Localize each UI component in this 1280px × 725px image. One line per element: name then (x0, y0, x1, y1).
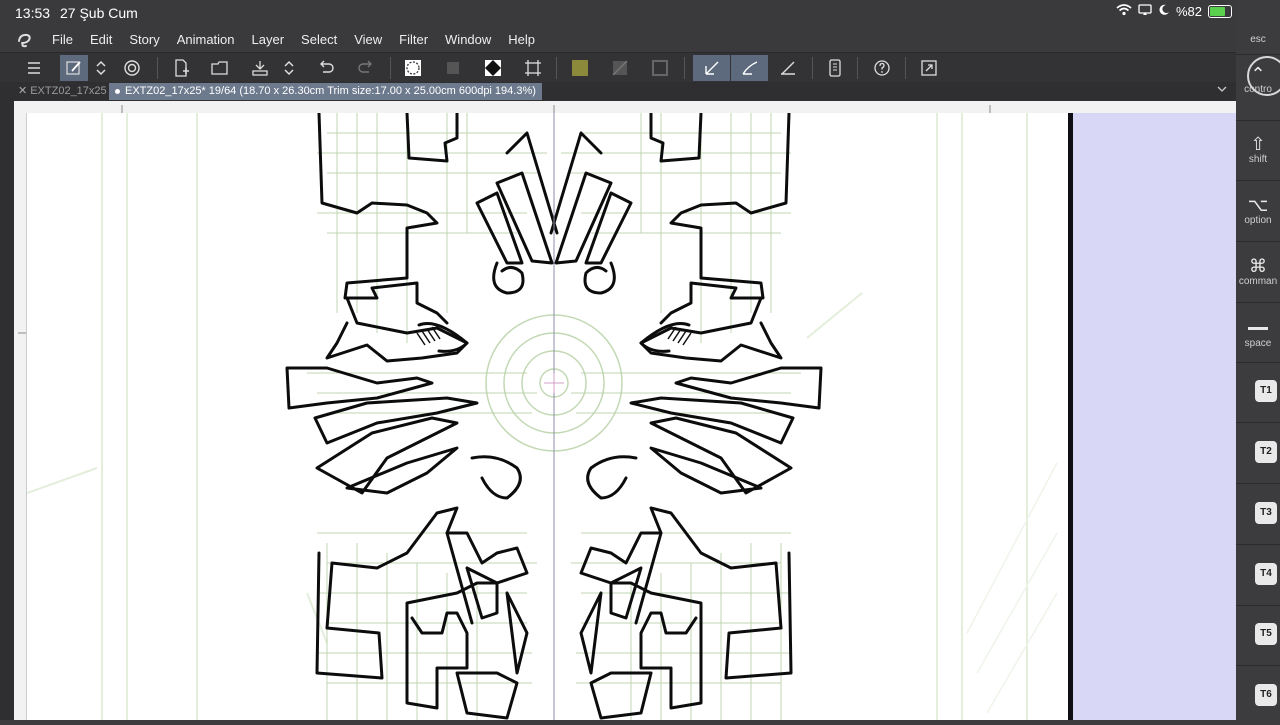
toolbar-divider (857, 57, 858, 79)
help-icon[interactable] (868, 55, 896, 81)
status-bar: 13:53 27 Şub Cum %82 (0, 0, 1236, 27)
open-folder-icon[interactable] (206, 55, 234, 81)
esc-key[interactable]: esc (1236, 34, 1280, 45)
draw-color-swatch-icon[interactable] (566, 55, 594, 81)
pasteboard-area (1073, 113, 1236, 720)
ornament-sketch-drawing (27, 113, 1058, 720)
space-bar-icon: ▬▬ (1248, 322, 1268, 333)
t4-key[interactable]: T4 (1255, 563, 1277, 585)
moon-icon (1158, 4, 1170, 19)
battery-percent: %82 (1175, 4, 1202, 19)
status-time: 13:53 (15, 5, 51, 21)
unsaved-dot-icon (115, 89, 120, 94)
space-key[interactable]: ▬▬ space (1236, 318, 1280, 349)
clear-layer-icon[interactable] (439, 55, 467, 81)
t5-key[interactable]: T5 (1255, 623, 1277, 645)
save-icon[interactable] (246, 55, 274, 81)
toolbar-divider (157, 57, 158, 79)
crop-transform-icon[interactable] (519, 55, 547, 81)
menu-bar: File Edit Story Animation Layer Select V… (0, 27, 1236, 52)
expand-window-icon[interactable] (915, 55, 943, 81)
command-bar (0, 52, 1236, 83)
snap-special-ruler-icon[interactable] (731, 55, 768, 81)
ruler-left (14, 113, 27, 720)
t3-key[interactable]: T3 (1255, 502, 1277, 524)
t6-key[interactable]: T6 (1255, 684, 1277, 706)
menu-window[interactable]: Window (445, 32, 491, 47)
app-logo-icon[interactable] (16, 31, 34, 49)
tab-title: EXTZ02_17x25 (30, 85, 107, 97)
control-key[interactable]: ⌃ contro (1236, 64, 1280, 95)
menu-help[interactable]: Help (508, 32, 535, 47)
menu-select[interactable]: Select (301, 32, 337, 47)
clip-studio-swirl-icon[interactable] (118, 55, 146, 81)
save-options-chevron-icon[interactable] (278, 55, 300, 81)
document-tab-bar: ✕ EXTZ02_17x25 EXTZ02_17x25* 19/64 (18.70… (0, 82, 1236, 101)
tab-document-active[interactable]: EXTZ02_17x25* 19/64 (18.70 x 26.30cm Tri… (109, 83, 542, 100)
redo-icon[interactable] (352, 55, 380, 81)
menu-file[interactable]: File (52, 32, 73, 47)
snap-ruler-icon[interactable] (693, 55, 730, 81)
toolbar-divider (812, 57, 813, 79)
edit-pen-icon[interactable] (60, 55, 88, 81)
undo-icon[interactable] (312, 55, 340, 81)
snap-grid-icon[interactable] (774, 55, 802, 81)
transparent-color-icon[interactable] (606, 55, 634, 81)
device-settings-icon[interactable] (821, 55, 849, 81)
close-tab-icon[interactable]: ✕ (18, 85, 27, 97)
option-key[interactable]: ⌥ option (1236, 195, 1280, 226)
new-file-icon[interactable] (167, 55, 195, 81)
shift-icon: ⇧ (1250, 134, 1266, 154)
tab-title: EXTZ02_17x25* 19/64 (18.70 x 26.30cm Tri… (125, 85, 536, 97)
option-icon: ⌥ (1247, 195, 1269, 215)
toolbar-divider (684, 57, 685, 79)
fill-tone-icon[interactable] (399, 55, 427, 81)
t2-key[interactable]: T2 (1255, 441, 1277, 463)
command-key[interactable]: ⌘ comman (1236, 256, 1280, 287)
tab-document-inactive[interactable]: ✕ EXTZ02_17x25 (18, 83, 107, 100)
modifier-key-panel: esc ⌃ contro ⇧ shift ⌥ option ⌘ comman ▬▬ spa… (1236, 0, 1280, 720)
screen-mirroring-icon (1138, 4, 1152, 19)
up-down-chevron-icon[interactable] (90, 55, 112, 81)
command-icon: ⌘ (1249, 256, 1267, 276)
t1-key[interactable]: T1 (1255, 380, 1277, 402)
toolbar-divider (390, 57, 391, 79)
invert-selection-icon[interactable] (479, 55, 507, 81)
wifi-icon (1116, 4, 1132, 19)
hamburger-menu-icon[interactable] (20, 55, 48, 81)
status-date: 27 Şub Cum (60, 5, 138, 21)
border-color-icon[interactable] (646, 55, 674, 81)
system-icons: %82 (1116, 4, 1232, 19)
control-icon: ⌃ (1250, 64, 1266, 84)
menu-filter[interactable]: Filter (399, 32, 428, 47)
menu-layer[interactable]: Layer (252, 32, 285, 47)
toolbar-divider (556, 57, 557, 79)
shift-key[interactable]: ⇧ shift (1236, 134, 1280, 165)
left-panel-edge (0, 101, 14, 720)
menu-story[interactable]: Story (129, 32, 159, 47)
menu-animation[interactable]: Animation (177, 32, 235, 47)
menu-edit[interactable]: Edit (90, 32, 112, 47)
toolbar-divider (905, 57, 906, 79)
drawing-canvas[interactable] (27, 113, 1068, 720)
menu-view[interactable]: View (354, 32, 382, 47)
battery-icon (1208, 5, 1232, 18)
tab-list-chevron-icon[interactable] (1216, 83, 1228, 98)
